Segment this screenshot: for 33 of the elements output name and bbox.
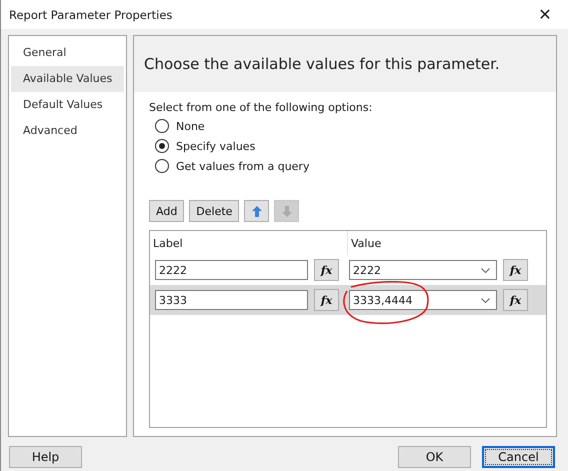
cancel-button[interactable]: Cancel xyxy=(482,446,555,468)
expression-button[interactable]: fx xyxy=(314,289,339,311)
ok-button[interactable]: OK xyxy=(398,446,471,468)
value-dropdown[interactable]: 2222 xyxy=(349,260,497,280)
delete-button[interactable]: Delete xyxy=(189,200,240,222)
grid-row[interactable]: 2222 fx 2222 fx xyxy=(150,255,546,285)
up-arrow-icon xyxy=(252,206,262,216)
column-header: Value xyxy=(350,236,382,252)
column-header: Label xyxy=(150,231,348,255)
value-dropdown[interactable]: 3333,4444 xyxy=(349,290,497,310)
chevron-icon xyxy=(481,298,490,302)
expression-button[interactable]: fx xyxy=(503,259,528,281)
add-button[interactable]: Add xyxy=(149,200,184,222)
options-label: Select from one of the following options: xyxy=(149,101,374,114)
expression-button[interactable]: fx xyxy=(503,289,528,311)
move-up-button[interactable] xyxy=(244,200,270,222)
grid-row[interactable]: 3333 fx 3333,4444 fx xyxy=(150,285,546,315)
sidebar-item[interactable]: Default Values xyxy=(11,92,124,118)
label-field[interactable]: 3333 xyxy=(155,290,308,310)
down-arrow-icon xyxy=(282,206,292,216)
sidebar-item[interactable]: Advanced xyxy=(11,118,124,144)
sidebar-item[interactable]: Available Values xyxy=(11,66,124,92)
chevron-icon xyxy=(481,268,490,272)
radio-option[interactable]: Specify values xyxy=(155,138,547,154)
help-button[interactable]: Help xyxy=(9,446,82,468)
radio-option[interactable]: None xyxy=(155,118,547,134)
page-heading: Choose the available values for this parameter. xyxy=(144,55,500,73)
label-field[interactable]: 2222 xyxy=(155,260,308,280)
expression-button[interactable]: fx xyxy=(314,259,339,281)
radio-option[interactable]: Get values from a query xyxy=(155,158,547,174)
close-button[interactable]: ✕ xyxy=(522,0,568,29)
sidebar-item[interactable]: General xyxy=(11,40,124,66)
window-title: Report Parameter Properties xyxy=(9,8,174,22)
